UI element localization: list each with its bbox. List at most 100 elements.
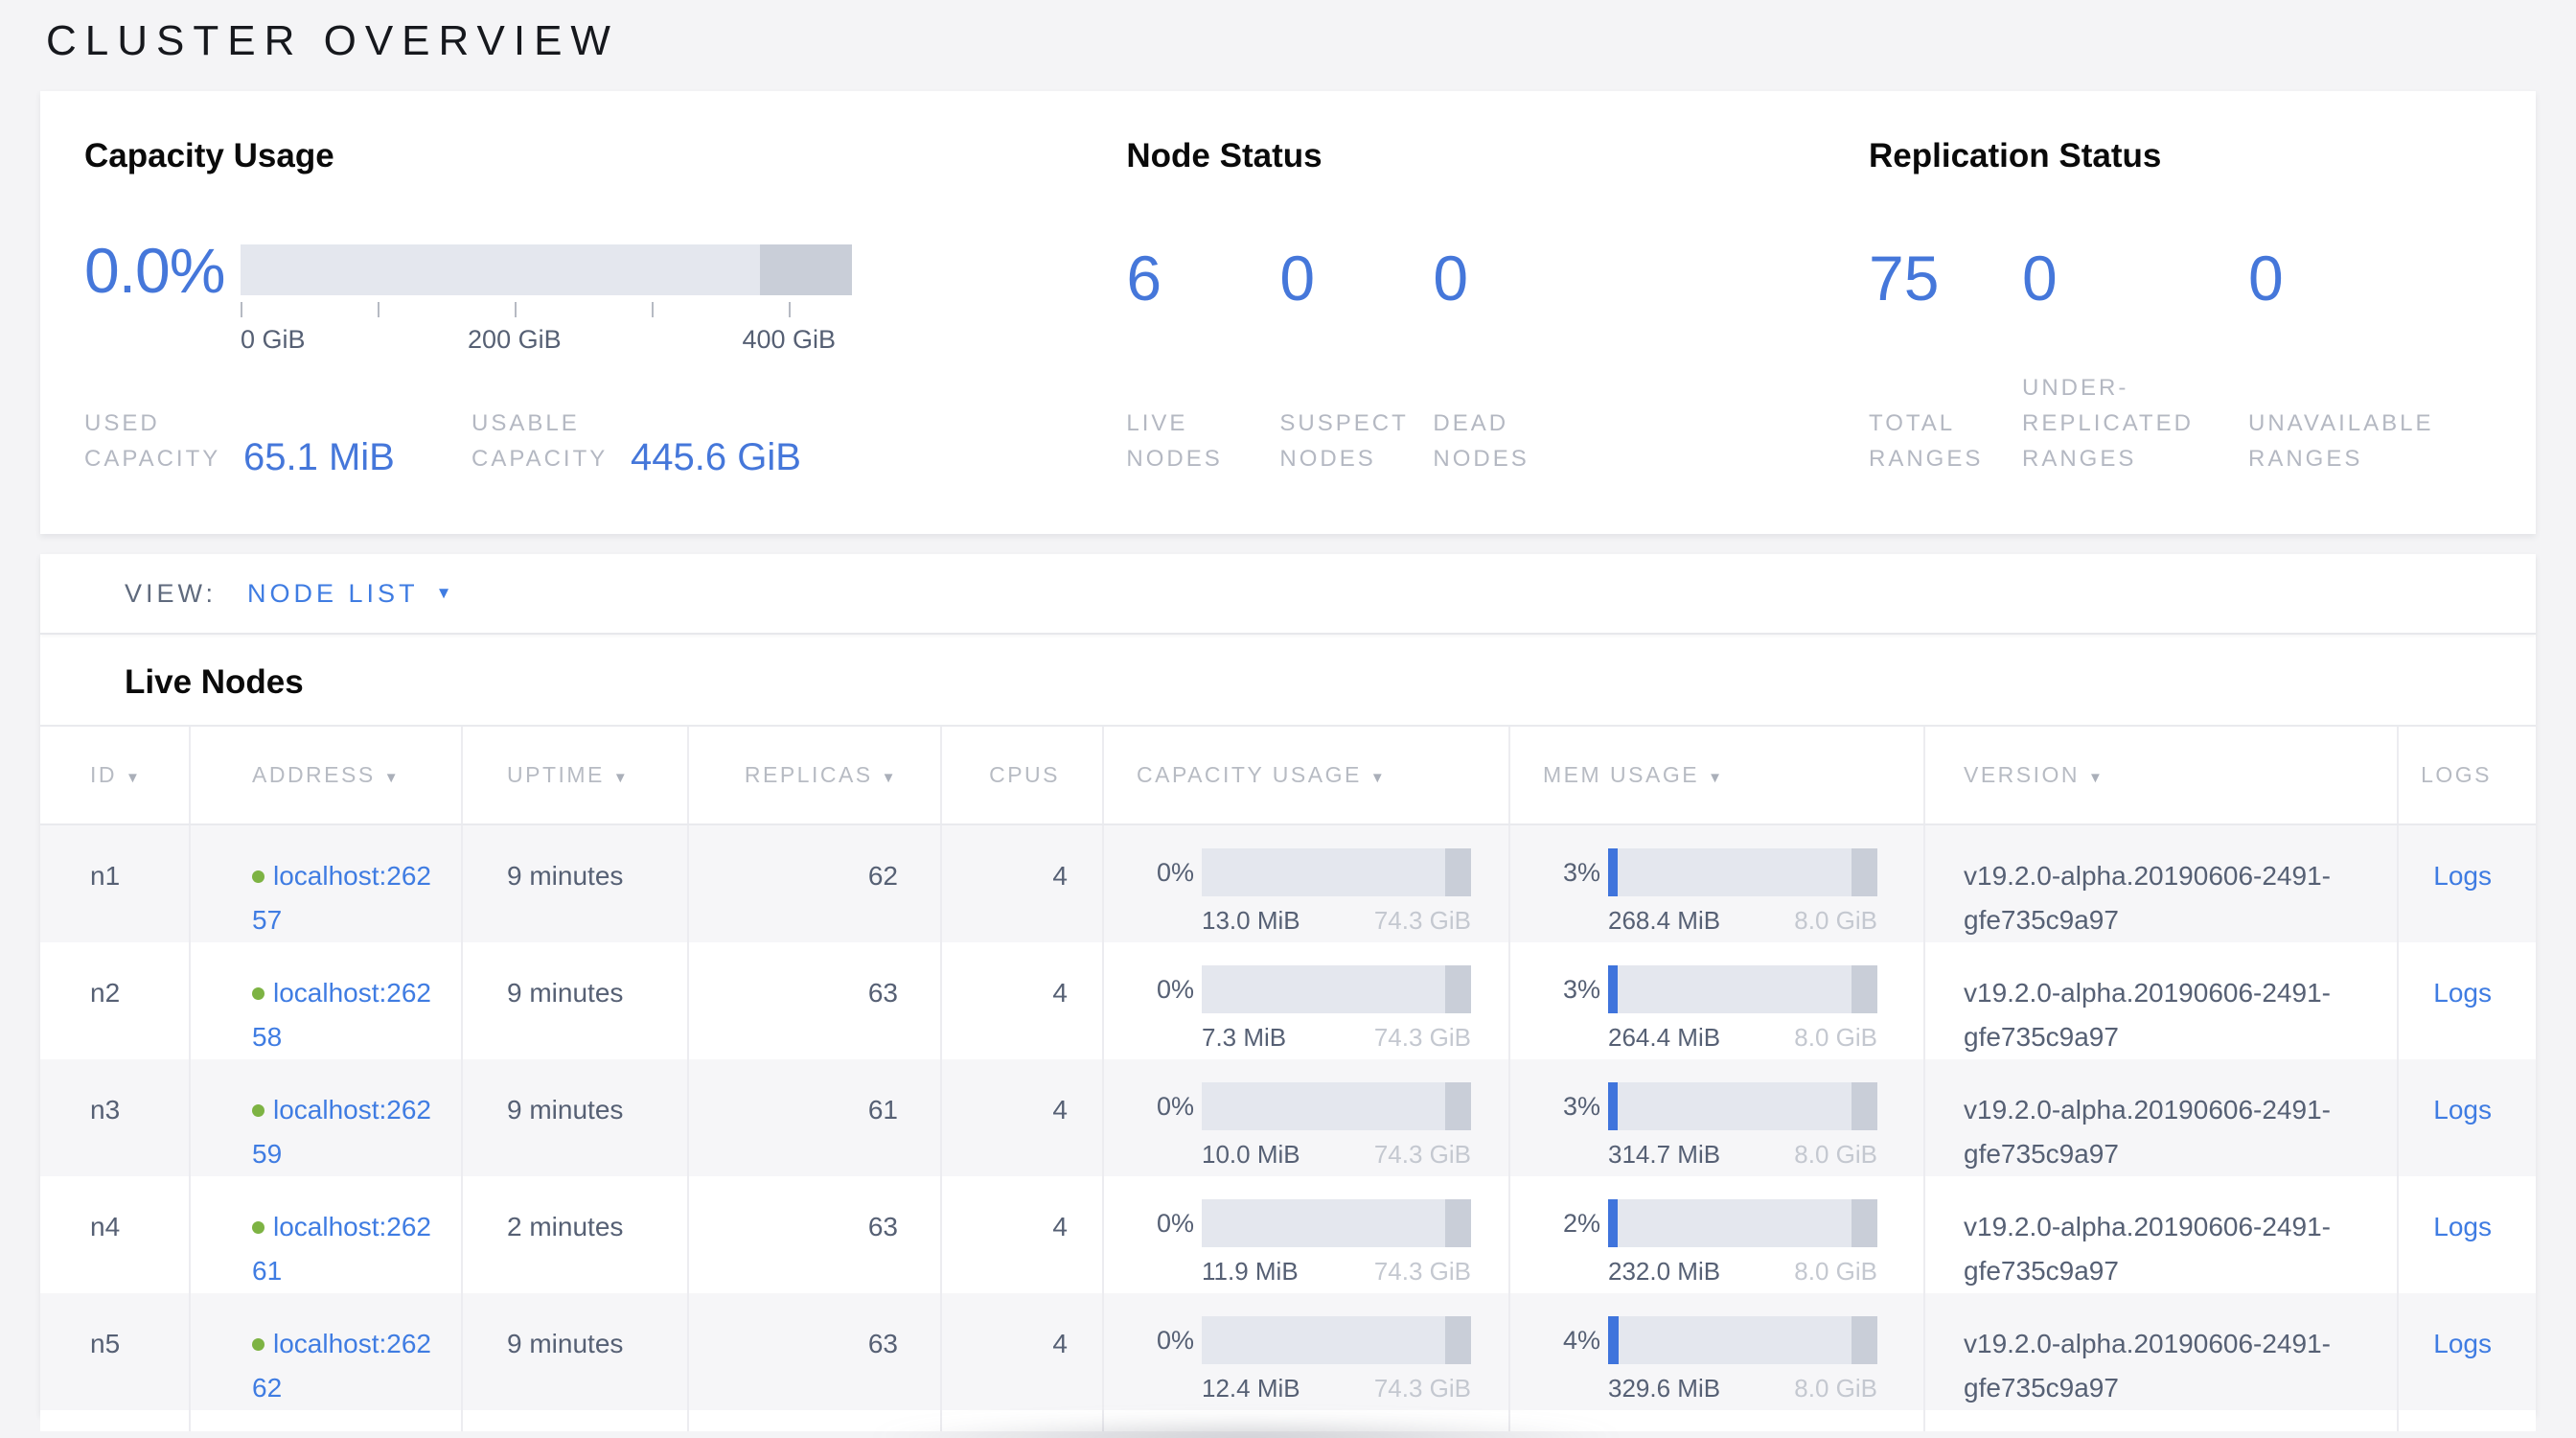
node-mem-cell: 4% 329.6 MiB 8.0 GiB (1509, 1293, 1924, 1410)
table-row: n3 localhost:26259 9 minutes 61 4 0% 10.… (40, 1059, 2536, 1176)
table-row: n5 localhost:26262 9 minutes 63 4 0% 12.… (40, 1293, 2536, 1410)
logs-link[interactable]: Logs (2433, 1329, 2492, 1358)
axis-tick (652, 302, 654, 317)
mem-used-value: 264.4 MiB (1608, 1023, 1720, 1052)
capacity-usage-heading: Capacity Usage (84, 137, 1126, 175)
node-mem-cell: 2% 232.0 MiB 8.0 GiB (1509, 1176, 1924, 1293)
live-status-dot-icon (252, 1104, 264, 1117)
node-uptime: 9 minutes (462, 942, 688, 1059)
live-status-dot-icon (252, 870, 264, 883)
logs-link[interactable]: Logs (2433, 861, 2492, 891)
used-capacity-stat: USED CAPACITY 65.1 MiB (84, 406, 472, 476)
node-address-link[interactable]: localhost:26259 (252, 1095, 431, 1169)
sort-arrow-icon: ▼ (882, 770, 898, 786)
column-header-label: CPUS (989, 762, 1060, 787)
node-uptime: 2 minutes (462, 1176, 688, 1293)
unavailable-ranges-stat: 0 UNAVAILABLE RANGES (2248, 246, 2536, 476)
usable-capacity-label: USABLE CAPACITY (472, 406, 617, 476)
node-address-link[interactable]: localhost:26262 (252, 1329, 431, 1403)
capacity-percent-label: 0% (1133, 1084, 1194, 1128)
capacity-used-value: 10.0 MiB (1202, 1140, 1300, 1169)
sort-arrow-icon: ▼ (1708, 770, 1724, 786)
node-logs-cell: Logs (2398, 824, 2536, 942)
column-header-address[interactable]: ADDRESS▼ (190, 726, 462, 824)
node-logs-cell: Logs (2398, 942, 2536, 1059)
node-address-link[interactable]: localhost:26258 (252, 978, 431, 1052)
logs-link[interactable]: Logs (2433, 1095, 2492, 1125)
cluster-overview-page: CLUSTER OVERVIEW Capacity Usage 0.0% 0 G… (0, 0, 2576, 1438)
replication-status-heading: Replication Status (1869, 137, 2536, 175)
capacity-percent-label: 0% (1133, 967, 1194, 1011)
mem-percent-label: 3% (1539, 850, 1600, 894)
nodes-table: ID▼ADDRESS▼UPTIME▼REPLICAS▼CPUSCAPACITY … (40, 725, 2536, 1431)
usable-capacity-stat: USABLE CAPACITY 445.6 GiB (472, 406, 801, 476)
logs-link[interactable]: Logs (2433, 1212, 2492, 1241)
mem-percent-label: 2% (1539, 1201, 1600, 1245)
column-header-id[interactable]: ID▼ (40, 726, 190, 824)
suspect-nodes-stat: 0 SUSPECT NODES (1279, 246, 1433, 476)
column-header-mem[interactable]: MEM USAGE ▼ (1509, 726, 1924, 824)
axis-tick (241, 302, 242, 317)
stat-label: UNAVAILABLE RANGES (2248, 406, 2536, 476)
mem-other-segment (1852, 1316, 1877, 1364)
column-header-capacity[interactable]: CAPACITY USAGE▼ (1103, 726, 1509, 824)
mem-other-segment (1852, 1199, 1877, 1247)
dead-nodes-stat: 0 DEAD NODES (1433, 246, 1586, 476)
column-header-cpus: CPUS (941, 726, 1103, 824)
axis-tick-label: 0 GiB (241, 325, 306, 355)
live-status-dot-icon (252, 987, 264, 1000)
capacity-other-segment (1445, 965, 1471, 1013)
stat-label: TOTAL RANGES (1869, 406, 2022, 476)
node-id: n2 (40, 942, 190, 1059)
node-capacity-cell: 0% 12.4 MiB 74.3 GiB (1103, 1293, 1509, 1410)
node-list-dropdown[interactable]: NODE LIST ▼ (247, 579, 451, 609)
mem-usage-bar (1608, 848, 1877, 896)
node-address-link[interactable]: localhost:26261 (252, 1212, 431, 1286)
summary-card: Capacity Usage 0.0% 0 GiB200 GiB400 GiB … (40, 91, 2536, 534)
node-address-link[interactable]: localhost:26257 (252, 861, 431, 935)
column-header-label: MEM USAGE (1543, 762, 1699, 787)
node-address-cell: localhost:26262 (190, 1293, 462, 1410)
node-id: n1 (40, 824, 190, 942)
node-id: n3 (40, 1059, 190, 1176)
mem-other-segment (1852, 1082, 1877, 1130)
capacity-percent-label: 0% (1133, 850, 1194, 894)
stat-value: 0 (2248, 246, 2536, 310)
node-address-cell: localhost:26257 (190, 824, 462, 942)
capacity-percent-label: 0% (1133, 1318, 1194, 1362)
capacity-max-value: 74.3 GiB (1374, 1023, 1471, 1052)
capacity-used-value: 13.0 MiB (1202, 906, 1300, 935)
node-address-cell: localhost:26259 (190, 1059, 462, 1176)
logs-link[interactable]: Logs (2433, 978, 2492, 1008)
table-row: n2 localhost:26258 9 minutes 63 4 0% 7.3… (40, 942, 2536, 1059)
node-cpus: 4 (941, 1293, 1103, 1410)
node-capacity-cell: 0% 13.0 MiB 74.3 GiB (1103, 824, 1509, 942)
stat-label: SUSPECT NODES (1279, 406, 1433, 476)
column-header-label: ID (90, 762, 117, 787)
node-version: v19.2.0-alpha.20190606-2491-gfe735c9a97 (1924, 1059, 2398, 1176)
node-logs-cell: Logs (2398, 1059, 2536, 1176)
axis-tick (789, 302, 791, 317)
capacity-chart: 0 GiB200 GiB400 GiB (241, 244, 852, 373)
node-mem-cell: 3% 314.7 MiB 8.0 GiB (1509, 1059, 1924, 1176)
capacity-usage-bar (1202, 1082, 1471, 1130)
mem-used-value: 268.4 MiB (1608, 906, 1720, 935)
mem-percent-label: 3% (1539, 967, 1600, 1011)
capacity-used-value: 7.3 MiB (1202, 1023, 1286, 1052)
column-header-uptime[interactable]: UPTIME▼ (462, 726, 688, 824)
column-header-version[interactable]: VERSION▼ (1924, 726, 2398, 824)
axis-tick (378, 302, 380, 317)
node-version: v19.2.0-alpha.20190606-2491-gfe735c9a97 (1924, 942, 2398, 1059)
capacity-max-value: 74.3 GiB (1374, 906, 1471, 935)
node-replicas: 62 (688, 824, 941, 942)
view-label: VIEW: (125, 579, 217, 609)
capacity-percent: 0.0% (84, 239, 224, 302)
mem-max-value: 8.0 GiB (1794, 1257, 1877, 1286)
node-mem-cell: 3% 268.4 MiB 8.0 GiB (1509, 824, 1924, 942)
node-uptime: 9 minutes (462, 1059, 688, 1176)
node-list-dropdown-value: NODE LIST (247, 579, 419, 609)
capacity-other-segment (1445, 1316, 1471, 1364)
column-header-replicas[interactable]: REPLICAS▼ (688, 726, 941, 824)
column-header-label: VERSION (1964, 762, 2080, 787)
live-nodes-stat: 6 LIVE NODES (1126, 246, 1279, 476)
